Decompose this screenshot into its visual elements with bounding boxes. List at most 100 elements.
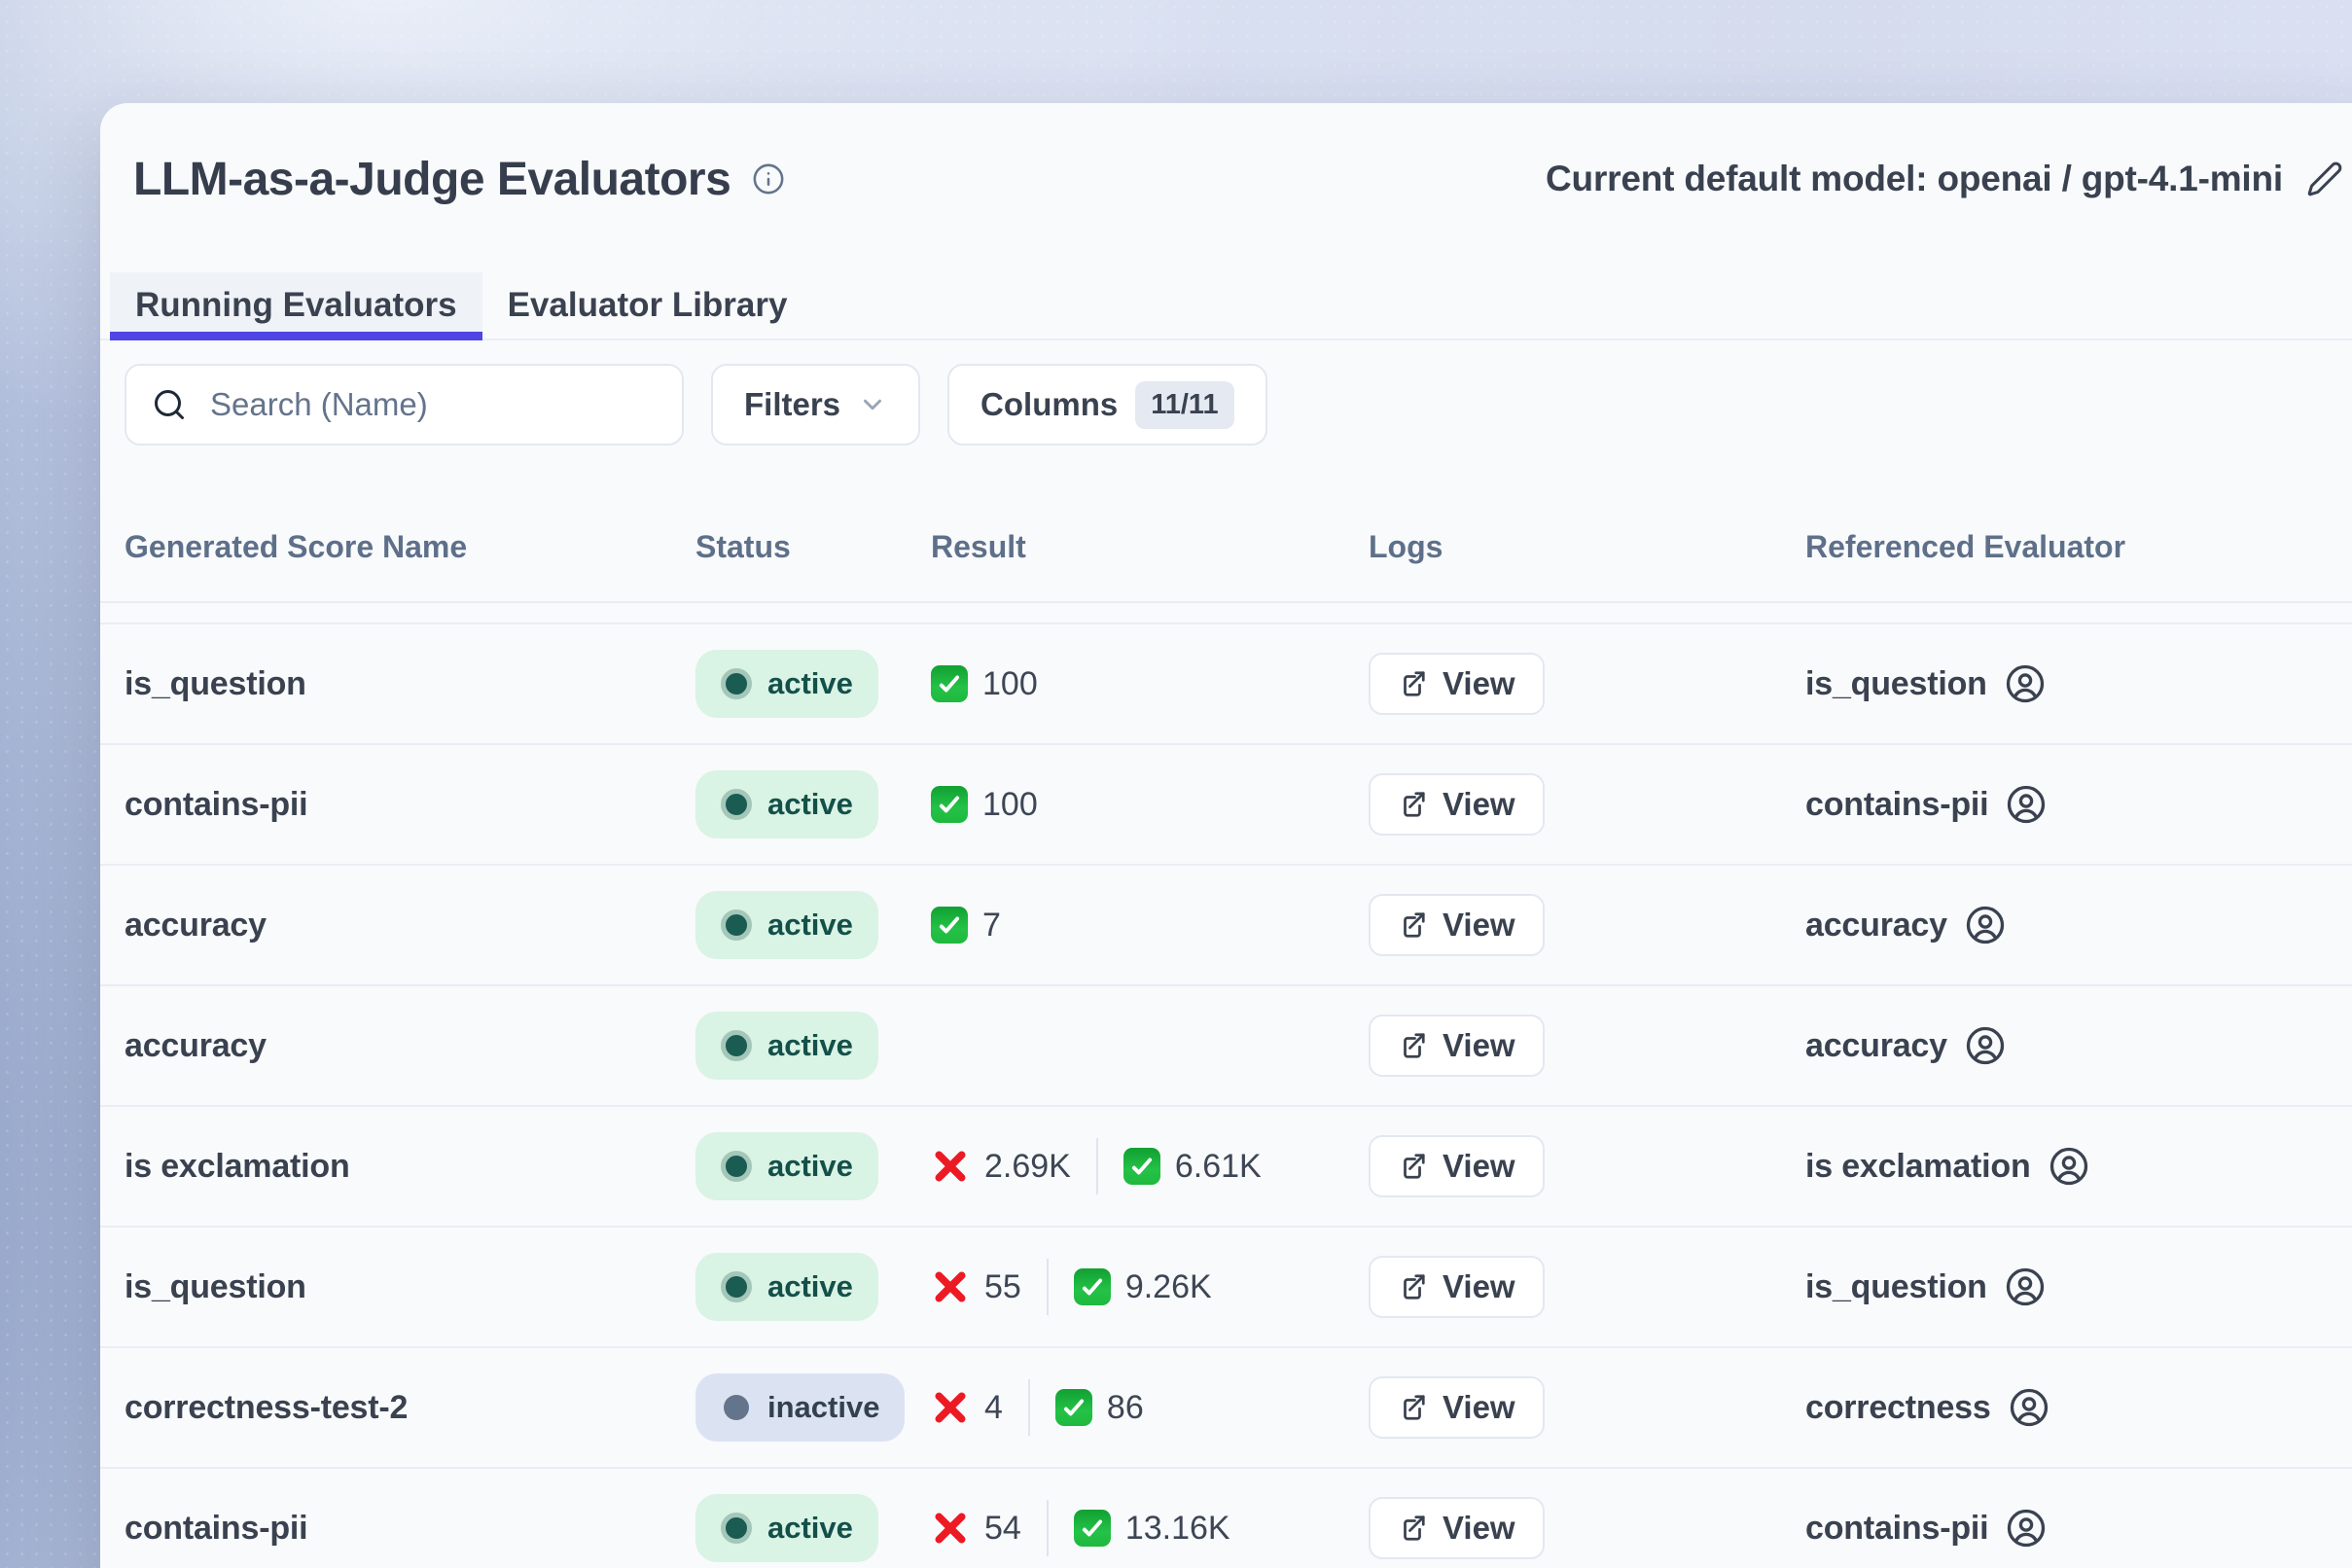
external-link-icon xyxy=(1398,1514,1427,1543)
evaluator-name: accuracy xyxy=(1805,907,1947,944)
desktop-background: LLM-as-a-Judge Evaluators Current defaul… xyxy=(0,0,2352,1568)
result-divider xyxy=(1096,1138,1098,1194)
table-row[interactable]: accuracy active 7 View xyxy=(100,866,2352,986)
fail-count: 2.69K xyxy=(984,1148,1071,1186)
evaluators-panel: LLM-as-a-Judge Evaluators Current defaul… xyxy=(100,103,2352,1568)
columns-button-label: Columns xyxy=(980,386,1118,423)
user-circle-icon xyxy=(2006,784,2047,825)
result-divider xyxy=(1047,1500,1049,1556)
status-dot-icon xyxy=(721,1513,752,1544)
edit-pencil-icon[interactable] xyxy=(2306,160,2343,197)
pass-check-icon xyxy=(1055,1389,1092,1426)
table-row[interactable]: contains-pii active 54 13.16K xyxy=(100,1469,2352,1568)
evaluator-name: is_question xyxy=(1805,1268,1987,1306)
tab-bar: Running Evaluators Evaluator Library xyxy=(100,272,2352,340)
view-logs-button[interactable]: View xyxy=(1369,1376,1545,1439)
status-label: active xyxy=(767,1028,853,1063)
external-link-icon xyxy=(1398,910,1427,940)
table-toolbar: Filters Columns 11/11 xyxy=(125,364,2352,445)
row-name: is_question xyxy=(125,1268,695,1306)
user-circle-icon xyxy=(1965,1025,2006,1066)
pass-check-icon xyxy=(931,907,968,944)
status-badge: active xyxy=(695,1012,878,1080)
pass-check-icon xyxy=(1123,1148,1160,1185)
columns-button[interactable]: Columns 11/11 xyxy=(947,364,1267,445)
table-row[interactable]: is_question active 100 View xyxy=(100,624,2352,745)
search-box[interactable] xyxy=(125,364,684,445)
table-row[interactable]: is exclamation active 2.69K 6.61K xyxy=(100,1107,2352,1228)
pass-check-icon xyxy=(931,786,968,823)
external-link-icon xyxy=(1398,669,1427,698)
row-name: accuracy xyxy=(125,1027,695,1065)
table-row[interactable]: is_question active 55 9.26K xyxy=(100,1228,2352,1348)
status-dot-icon xyxy=(721,789,752,820)
info-icon[interactable] xyxy=(752,162,785,196)
pass-count: 100 xyxy=(982,665,1038,703)
status-dot-icon xyxy=(721,909,752,941)
result-cell: 100 xyxy=(931,786,1369,824)
view-logs-button[interactable]: View xyxy=(1369,894,1545,956)
chevron-down-icon xyxy=(858,390,887,419)
table-row[interactable]: correctness-test-2 inactive 4 86 xyxy=(100,1348,2352,1469)
search-icon xyxy=(152,387,187,422)
table-row[interactable]: contains-pii active 100 View xyxy=(100,745,2352,866)
view-button-label: View xyxy=(1443,1389,1515,1426)
pass-count: 9.26K xyxy=(1125,1268,1212,1306)
external-link-icon xyxy=(1398,1272,1427,1301)
evaluator-name: accuracy xyxy=(1805,1027,1947,1065)
filters-button-label: Filters xyxy=(744,386,840,423)
row-name: accuracy xyxy=(125,907,695,944)
status-dot-icon xyxy=(721,668,752,699)
fail-cross-icon xyxy=(931,1147,970,1186)
pass-count: 6.61K xyxy=(1175,1148,1262,1186)
user-circle-icon xyxy=(2005,1266,2046,1307)
column-header-logs: Logs xyxy=(1369,529,1805,565)
filters-button[interactable]: Filters xyxy=(711,364,920,445)
external-link-icon xyxy=(1398,790,1427,819)
result-cell: 100 xyxy=(931,665,1369,703)
view-button-label: View xyxy=(1443,1027,1515,1064)
fail-cross-icon xyxy=(931,1267,970,1306)
status-badge: active xyxy=(695,650,878,718)
table-header-row: Generated Score Name Status Result Logs … xyxy=(100,492,2352,603)
tab-running-evaluators[interactable]: Running Evaluators xyxy=(110,272,482,339)
pass-check-icon xyxy=(931,665,968,702)
view-button-label: View xyxy=(1443,907,1515,944)
table-row[interactable]: accuracy active View accuracy xyxy=(100,986,2352,1107)
evaluator-name: contains-pii xyxy=(1805,786,1988,824)
row-name: is_question xyxy=(125,665,695,703)
pass-check-icon xyxy=(1074,1510,1111,1547)
status-label: inactive xyxy=(767,1390,879,1425)
status-dot-icon xyxy=(721,1151,752,1182)
view-logs-button[interactable]: View xyxy=(1369,653,1545,715)
view-logs-button[interactable]: View xyxy=(1369,773,1545,836)
column-header-generated-score-name: Generated Score Name xyxy=(125,529,695,565)
status-label: active xyxy=(767,1149,853,1184)
external-link-icon xyxy=(1398,1031,1427,1060)
result-divider xyxy=(1028,1379,1030,1436)
view-logs-button[interactable]: View xyxy=(1369,1135,1545,1197)
search-input[interactable] xyxy=(208,385,657,424)
row-name: contains-pii xyxy=(125,786,695,824)
result-cell: 55 9.26K xyxy=(931,1259,1369,1315)
row-name: correctness-test-2 xyxy=(125,1389,695,1427)
view-logs-button[interactable]: View xyxy=(1369,1497,1545,1559)
result-cell: 54 13.16K xyxy=(931,1500,1369,1556)
partial-scrolled-row xyxy=(100,603,2352,624)
pass-count: 86 xyxy=(1107,1389,1144,1427)
tab-evaluator-library[interactable]: Evaluator Library xyxy=(482,272,813,339)
fail-count: 55 xyxy=(984,1268,1021,1306)
view-logs-button[interactable]: View xyxy=(1369,1015,1545,1077)
user-circle-icon xyxy=(2005,663,2046,704)
result-cell: 4 86 xyxy=(931,1379,1369,1436)
view-logs-button[interactable]: View xyxy=(1369,1256,1545,1318)
external-link-icon xyxy=(1398,1152,1427,1181)
status-label: active xyxy=(767,1269,853,1304)
status-badge: active xyxy=(695,770,878,838)
view-button-label: View xyxy=(1443,1510,1515,1547)
table-body: is_question active 100 View xyxy=(100,624,2352,1568)
status-dot-icon xyxy=(721,1271,752,1302)
fail-count: 54 xyxy=(984,1510,1021,1548)
evaluator-name: correctness xyxy=(1805,1389,1991,1427)
result-cell: 2.69K 6.61K xyxy=(931,1138,1369,1194)
